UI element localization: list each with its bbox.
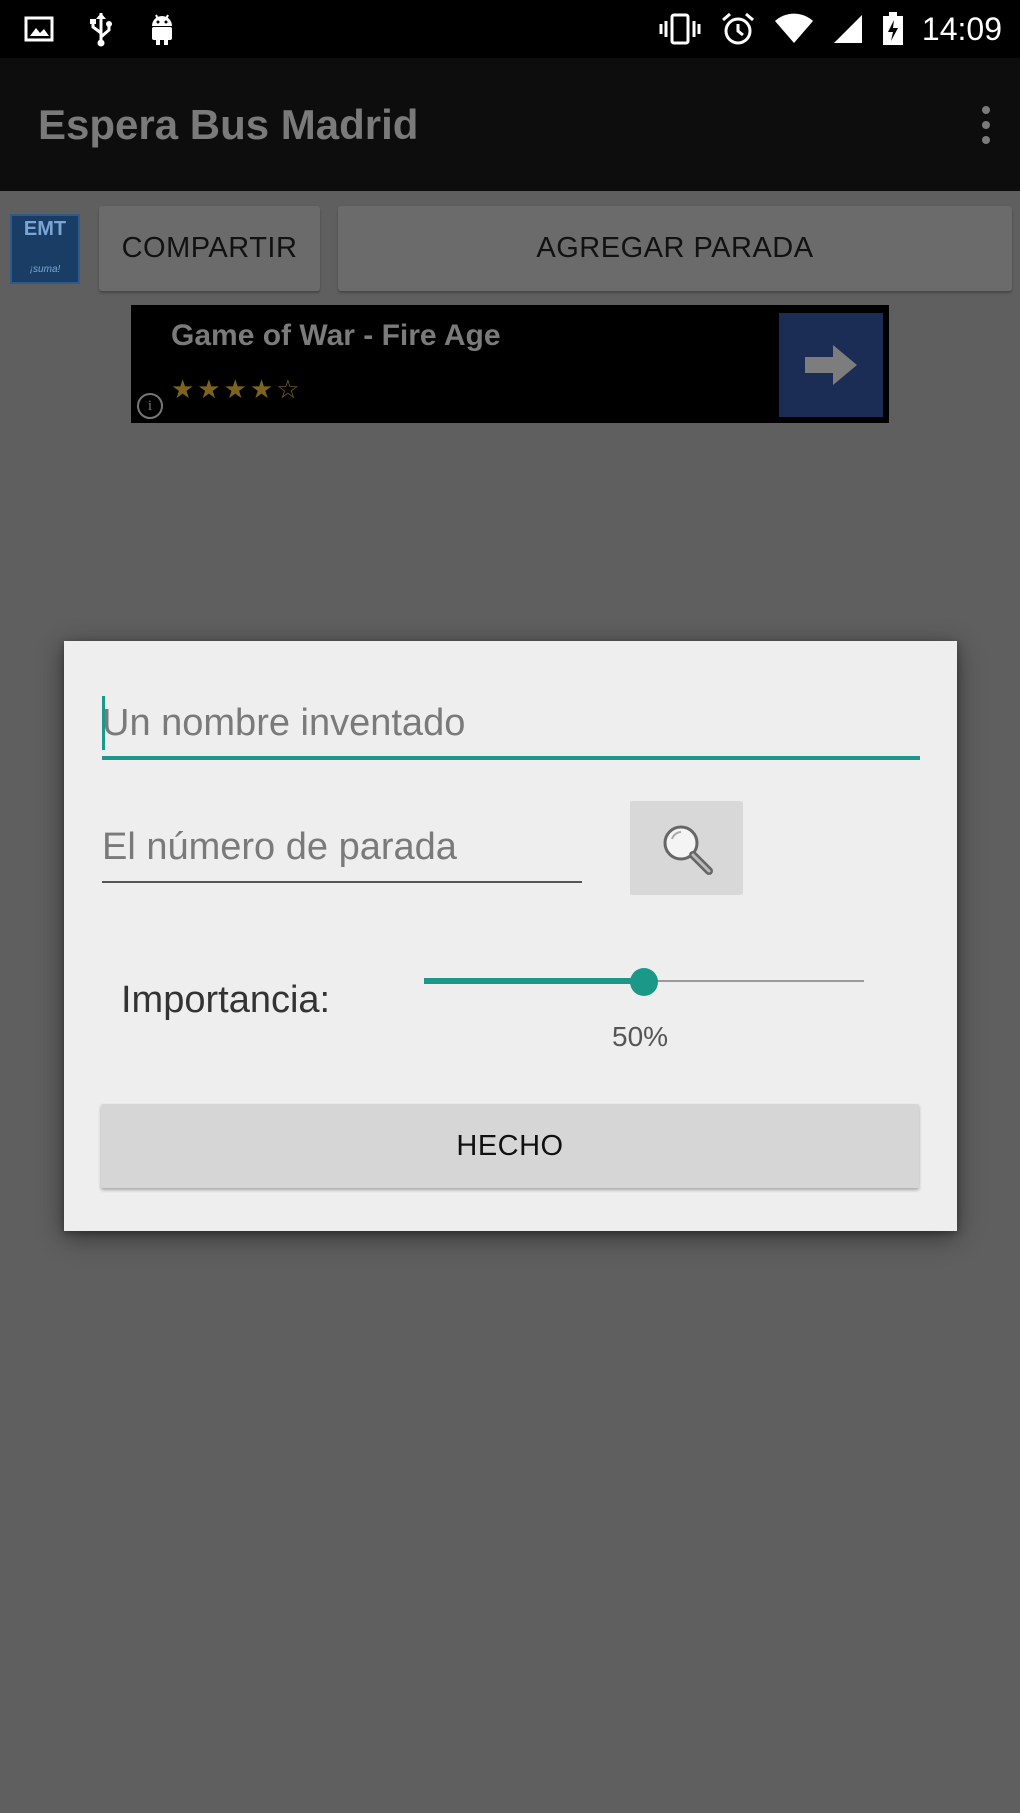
wifi-icon: [774, 13, 814, 45]
share-button[interactable]: COMPARTIR: [99, 206, 320, 291]
app-title: Espera Bus Madrid: [38, 100, 419, 148]
usb-icon: [88, 11, 114, 47]
text-caret: [102, 696, 105, 750]
image-icon: [24, 15, 54, 43]
stop-number-underline: [102, 881, 582, 883]
ad-info-icon[interactable]: i: [137, 393, 163, 419]
slider-fill: [424, 978, 644, 984]
done-button[interactable]: HECHO: [101, 1104, 919, 1188]
alarm-icon: [720, 11, 756, 47]
emt-logo: EMT ¡suma!: [10, 214, 80, 284]
stop-name-input[interactable]: [102, 693, 920, 753]
slider-thumb[interactable]: [630, 968, 658, 996]
add-stop-button[interactable]: AGREGAR PARADA: [338, 206, 1012, 291]
stop-name-underline: [102, 756, 920, 760]
vibrate-icon: [658, 13, 702, 45]
ad-title: Game of War - Fire Age: [171, 319, 501, 352]
arrow-right-icon: [805, 345, 857, 385]
importance-slider[interactable]: [424, 956, 864, 1006]
android-icon: [148, 12, 176, 46]
emt-logo-subtext: ¡suma!: [29, 264, 61, 275]
search-stop-button[interactable]: [630, 801, 743, 895]
overflow-menu-icon[interactable]: [982, 106, 990, 144]
status-bar: 14:09: [0, 0, 1020, 58]
signal-icon: [832, 13, 864, 45]
search-icon: [663, 825, 713, 875]
action-bar: Espera Bus Madrid: [0, 58, 1020, 191]
ad-banner[interactable]: Game of War - Fire Age ★★★★☆ i: [131, 305, 889, 423]
emt-logo-text: EMT: [23, 218, 67, 240]
battery-charging-icon: [882, 12, 904, 46]
importance-percent: 50%: [612, 1021, 669, 1052]
status-time: 14:09: [921, 10, 1002, 47]
ad-rating-stars: ★★★★☆: [171, 375, 303, 405]
importance-label: Importancia:: [121, 979, 331, 1021]
stop-number-input[interactable]: [102, 817, 582, 877]
ad-arrow-button[interactable]: [779, 313, 883, 417]
add-stop-dialog: Importancia: 50% HECHO: [64, 641, 957, 1231]
